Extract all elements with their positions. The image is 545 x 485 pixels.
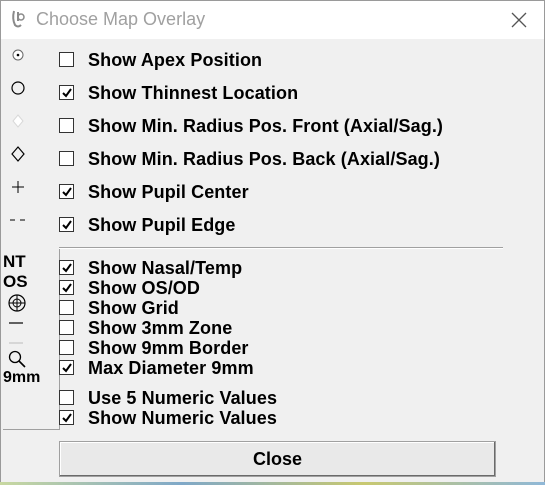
- circle-icon: [11, 81, 25, 95]
- check-icon: [62, 283, 72, 293]
- check-icon: [62, 363, 72, 373]
- dialog-window: Choose Map Overlay Show Apex Position Sh…: [0, 0, 545, 485]
- window-title: Choose Map Overlay: [36, 9, 206, 29]
- 3mm-zone-checkbox[interactable]: [59, 320, 74, 335]
- max-diameter-checkbox[interactable]: [59, 360, 74, 375]
- window-close-button[interactable]: [497, 5, 541, 35]
- close-button[interactable]: Close: [59, 441, 496, 477]
- filled-diamond-icon: [12, 114, 24, 128]
- check-icon: [62, 413, 72, 423]
- separator: [59, 247, 503, 249]
- app-icon: [12, 10, 25, 28]
- nt-indicator: NT: [3, 252, 26, 271]
- use-5-numeric-label[interactable]: Use 5 Numeric Values: [88, 388, 277, 409]
- os-od-label[interactable]: Show OS/OD: [88, 278, 200, 299]
- nasal-temp-label[interactable]: Show Nasal/Temp: [88, 258, 242, 279]
- zone-line-icon: [9, 322, 23, 324]
- pupil-edge-label[interactable]: Show Pupil Edge: [88, 215, 236, 236]
- nasal-temp-checkbox[interactable]: [59, 260, 74, 275]
- min-radius-back-checkbox[interactable]: [59, 151, 74, 166]
- border-line-icon: [9, 342, 23, 344]
- thinnest-location-label[interactable]: Show Thinnest Location: [88, 83, 298, 104]
- apex-position-label[interactable]: Show Apex Position: [88, 50, 262, 71]
- 9mm-border-label[interactable]: Show 9mm Border: [88, 338, 249, 359]
- 3mm-zone-label[interactable]: Show 3mm Zone: [88, 318, 232, 339]
- min-radius-front-checkbox[interactable]: [59, 118, 74, 133]
- max-diameter-label[interactable]: Max Diameter 9mm: [88, 358, 254, 379]
- thinnest-location-checkbox[interactable]: [59, 85, 74, 100]
- plus-icon: [12, 181, 24, 193]
- os-od-checkbox[interactable]: [59, 280, 74, 295]
- os-indicator: OS: [3, 272, 28, 291]
- close-icon: [511, 12, 527, 28]
- check-icon: [62, 220, 72, 230]
- nine-mm-indicator: 9mm: [3, 369, 41, 386]
- grid-target-icon: [8, 294, 26, 312]
- show-numeric-label[interactable]: Show Numeric Values: [88, 408, 277, 429]
- use-5-numeric-checkbox[interactable]: [59, 390, 74, 405]
- pupil-center-label[interactable]: Show Pupil Center: [88, 182, 249, 203]
- title-bar: Choose Map Overlay: [1, 1, 544, 39]
- min-radius-front-label[interactable]: Show Min. Radius Pos. Front (Axial/Sag.): [88, 116, 443, 137]
- check-icon: [62, 263, 72, 273]
- pupil-center-checkbox[interactable]: [59, 184, 74, 199]
- grid-checkbox[interactable]: [59, 300, 74, 315]
- check-icon: [62, 88, 72, 98]
- grid-label[interactable]: Show Grid: [88, 298, 179, 319]
- apex-position-checkbox[interactable]: [59, 52, 74, 67]
- magnifier-icon: [8, 350, 26, 368]
- dashed-line-icon: [10, 219, 25, 221]
- diamond-icon: [11, 146, 25, 162]
- pupil-edge-checkbox[interactable]: [59, 217, 74, 232]
- min-radius-back-label[interactable]: Show Min. Radius Pos. Back (Axial/Sag.): [88, 149, 440, 170]
- show-numeric-checkbox[interactable]: [59, 410, 74, 425]
- dot-circle-icon: [12, 49, 24, 61]
- check-icon: [62, 187, 72, 197]
- 9mm-border-checkbox[interactable]: [59, 340, 74, 355]
